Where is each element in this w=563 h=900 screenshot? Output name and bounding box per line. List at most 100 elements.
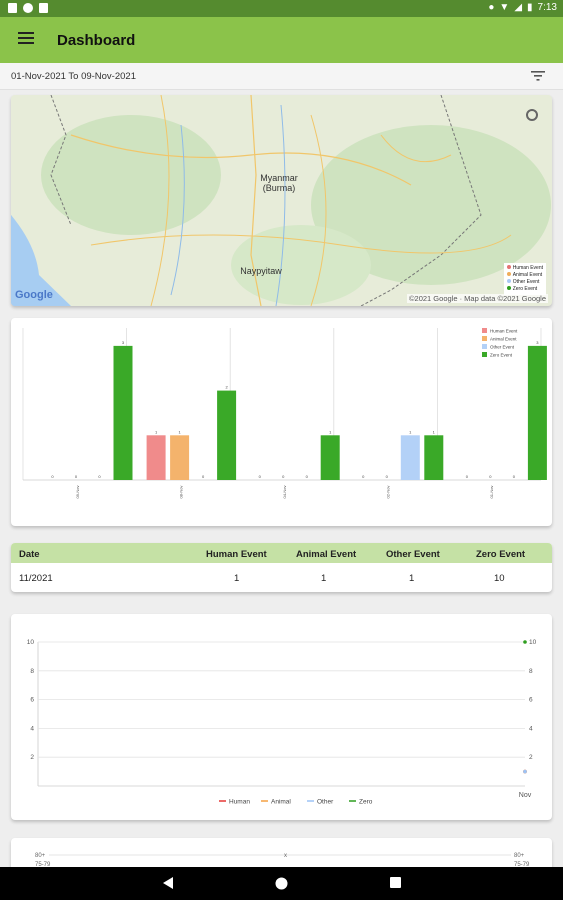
notification-icon xyxy=(8,3,17,13)
bar-value-label: 0 xyxy=(75,474,78,479)
clock: 7:13 xyxy=(537,2,557,13)
system-nav-bar xyxy=(0,867,563,900)
y-tick-label-right: 10 xyxy=(529,639,537,646)
google-logo: Google xyxy=(15,289,53,301)
map-city-label: Naypyitaw xyxy=(240,266,282,276)
legend-swatch xyxy=(482,336,487,341)
map-country-label: Myanmar (Burma) xyxy=(260,173,298,193)
bar xyxy=(146,435,166,480)
line-chart-svg: 2 2 4 4 6 6 8 8 10 10 Nov Human Animal Other Zero xyxy=(27,639,537,806)
y-tick-label-right: 8 xyxy=(529,668,533,675)
y-tick-label: 8 xyxy=(30,668,34,675)
map-legend: Human Event Animal Event Other Event Zero E… xyxy=(503,263,546,295)
map-legend-item: Human Event xyxy=(506,265,543,272)
table-header: Date Human Event Animal Event Other Even… xyxy=(11,543,552,563)
cell-human: 1 xyxy=(234,573,240,584)
legend-label: Other xyxy=(317,799,334,806)
bar-value-label: 0 xyxy=(98,474,101,479)
signal-icon: ◢ xyxy=(514,2,523,13)
my-location-icon[interactable] xyxy=(526,109,538,121)
age-tick-top: 80+ xyxy=(35,853,46,859)
cell-animal: 1 xyxy=(321,573,327,584)
legend-swatch xyxy=(482,344,487,349)
back-icon[interactable] xyxy=(162,877,174,889)
events-map[interactable]: Myanmar (Burma) Naypyitaw Human Event Ani… xyxy=(11,95,552,306)
map-legend-item: Other Event xyxy=(506,279,543,286)
age-tick-top-right: 80+ xyxy=(514,853,525,859)
bar-value-label: 0 xyxy=(386,474,389,479)
legend-label: Zero Event xyxy=(490,353,513,358)
legend-swatch xyxy=(482,352,487,357)
battery-icon: ▮ xyxy=(527,2,533,13)
col-zero: Zero Event xyxy=(476,549,526,560)
legend-label: Animal xyxy=(271,799,291,806)
map-legend-item: Animal Event xyxy=(506,272,543,279)
status-bar: ● ▼ ◢ ▮ 7:13 xyxy=(0,0,563,17)
bar-value-label: 1 xyxy=(433,429,436,434)
menu-icon[interactable] xyxy=(18,32,34,46)
location-icon: ● xyxy=(488,2,495,13)
bar-chart-svg: 0 0 0 3 09-Nov 1 1 0 2 08-Nov 0 0 0 1 04-Nov 0 0 1 1 02-Nov… xyxy=(22,328,547,499)
bar-value-label: 3 xyxy=(536,340,539,345)
bar-value-label: 0 xyxy=(513,474,516,479)
y-tick-label: 10 xyxy=(27,639,35,646)
legend-label: Human xyxy=(229,799,250,806)
col-date: Date xyxy=(19,549,40,560)
bar-value-label: 0 xyxy=(466,474,469,479)
bar xyxy=(170,435,190,480)
col-animal: Animal Event xyxy=(296,549,357,560)
bar-value-label: 3 xyxy=(122,340,125,345)
app-bar: Dashboard xyxy=(0,17,563,63)
y-tick-label: 6 xyxy=(30,697,34,704)
legend-label: Other Event xyxy=(490,345,515,350)
y-tick-label: 2 xyxy=(30,754,34,761)
bar xyxy=(320,435,340,480)
x-tick-label: 01-Nov xyxy=(489,486,494,499)
x-tick-label: 02-Nov xyxy=(386,486,391,499)
cell-zero: 10 xyxy=(494,573,505,584)
bar-value-label: 0 xyxy=(306,474,309,479)
line-point xyxy=(523,769,527,774)
x-tick-label: 09-Nov xyxy=(75,486,80,499)
col-human: Human Event xyxy=(206,549,267,560)
cell-date: 11/2021 xyxy=(19,573,53,584)
table-row[interactable]: 11/2021 1 1 1 10 xyxy=(11,563,552,592)
x-tick-label: 04-Nov xyxy=(282,486,287,499)
date-filter-bar: 01-Nov-2021 To 09-Nov-2021 xyxy=(0,63,563,90)
bar xyxy=(400,435,420,480)
sync-icon xyxy=(23,3,33,13)
x-tick-label: 08-Nov xyxy=(178,486,183,499)
legend-label: Animal Event xyxy=(490,337,517,342)
legend-swatch xyxy=(482,328,487,333)
event-line-chart: 2 2 4 4 6 6 8 8 10 10 Nov Human Animal Other Zero xyxy=(11,614,552,820)
bar-value-label: 0 xyxy=(51,474,54,479)
page-title: Dashboard xyxy=(57,32,136,49)
y-tick-label-right: 4 xyxy=(529,725,533,732)
legend-label: Human Event xyxy=(490,329,518,334)
bar-value-label: 0 xyxy=(282,474,285,479)
date-range[interactable]: 01-Nov-2021 To 09-Nov-2021 xyxy=(11,71,136,82)
recents-icon[interactable] xyxy=(390,877,401,888)
bar xyxy=(527,345,547,480)
map-legend-item: Zero Event xyxy=(506,286,543,293)
bar-value-label: 0 xyxy=(362,474,365,479)
filter-icon[interactable] xyxy=(531,70,545,82)
bar-value-label: 1 xyxy=(155,429,158,434)
summary-table: Date Human Event Animal Event Other Even… xyxy=(11,543,552,592)
bar-value-label: 0 xyxy=(259,474,262,479)
cell-other: 1 xyxy=(409,573,415,584)
bar xyxy=(424,435,444,480)
home-icon[interactable] xyxy=(275,877,288,890)
bar-value-label: 1 xyxy=(409,429,412,434)
bar-value-label: 0 xyxy=(202,474,205,479)
col-other: Other Event xyxy=(386,549,440,560)
sd-card-icon xyxy=(39,3,48,13)
y-tick-label-right: 6 xyxy=(529,697,533,704)
bar xyxy=(217,390,237,480)
bar xyxy=(113,345,133,480)
bar-value-label: 2 xyxy=(225,385,228,390)
bar-value-label: 1 xyxy=(329,429,332,434)
wifi-icon: ▼ xyxy=(499,2,510,13)
bar-value-label: 1 xyxy=(178,429,181,434)
event-bar-chart: 0 0 0 3 09-Nov 1 1 0 2 08-Nov 0 0 0 1 04-Nov 0 0 1 1 02-Nov… xyxy=(11,318,552,526)
